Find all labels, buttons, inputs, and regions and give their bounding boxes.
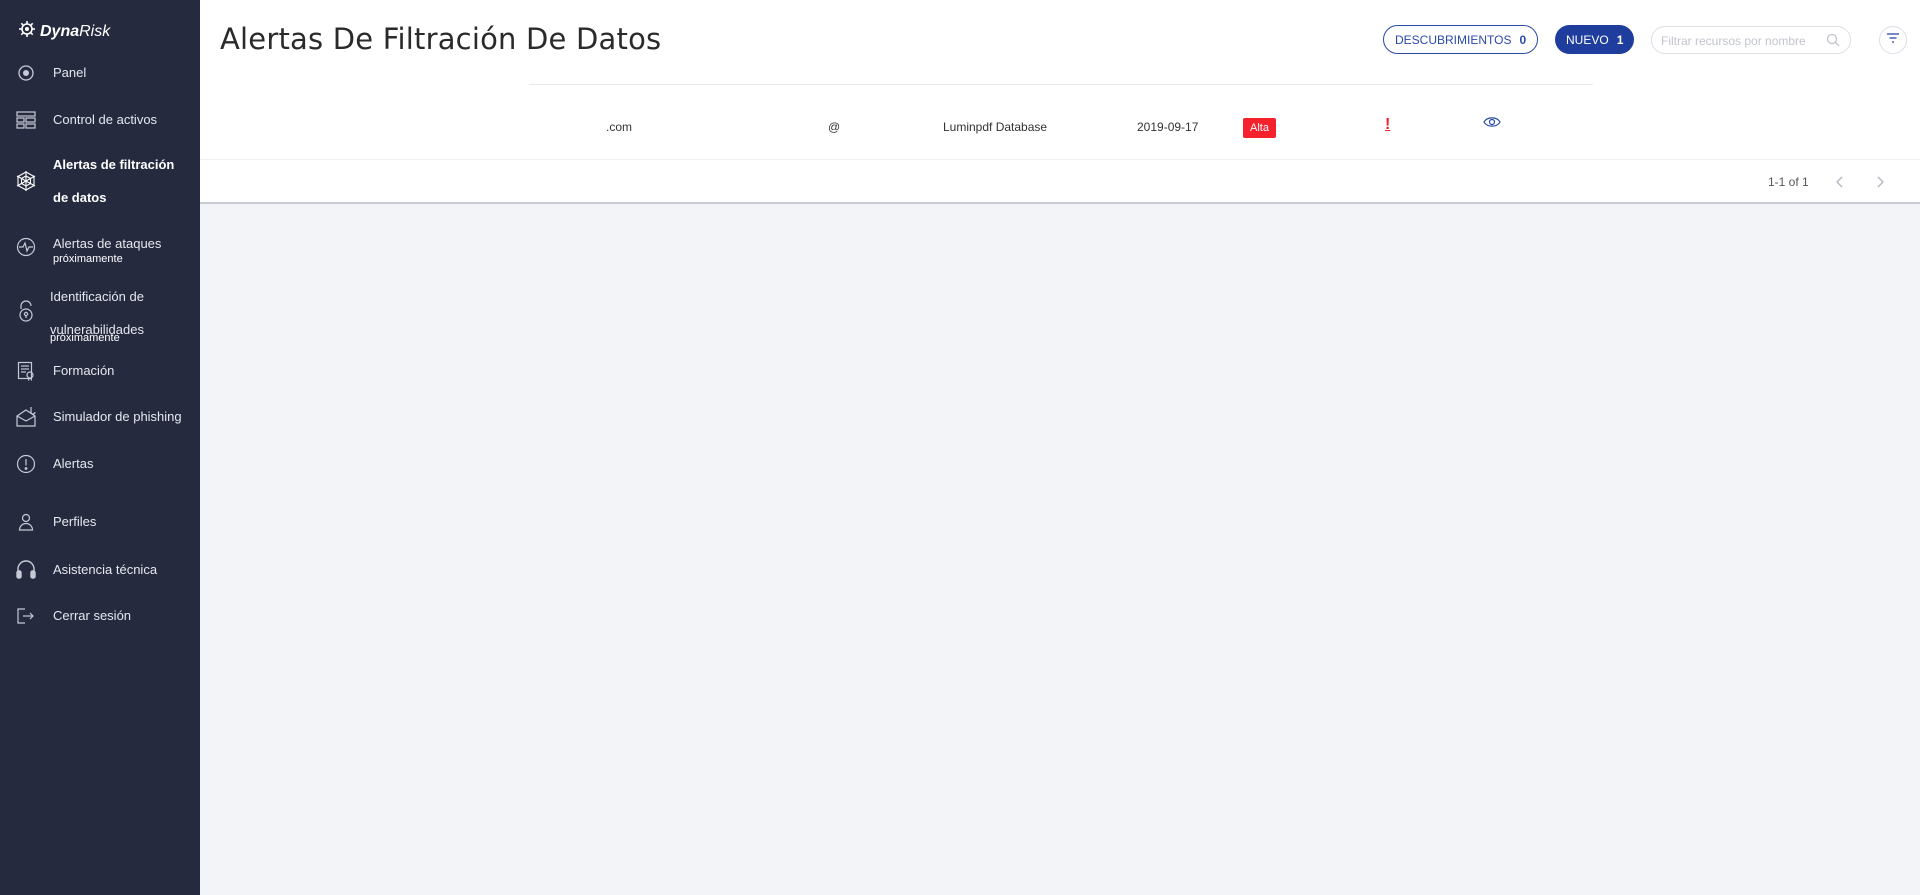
sidebar-item-alertas[interactable]: Alertas (0, 447, 200, 480)
sidebar-item-perfiles[interactable]: Perfiles (0, 505, 200, 538)
search-input[interactable] (1661, 32, 1821, 50)
domain-cell: .com (606, 120, 633, 134)
search-icon[interactable] (1826, 33, 1842, 49)
sidebar-item-asistencia[interactable]: Asistencia técnica (0, 553, 200, 586)
descubrimientos-count: 0 (1519, 32, 1527, 47)
headset-icon (15, 559, 37, 581)
alert-circle-icon (15, 453, 37, 475)
sidebar-item-label: Alertas (53, 456, 94, 471)
coming-soon-label: próximamente (50, 332, 120, 344)
sidebar-item-panel[interactable]: Panel (0, 56, 200, 89)
chevron-right-icon[interactable] (1871, 173, 1889, 191)
date-cell: 2019-09-17 (1137, 120, 1199, 134)
new-flag-icon: ! (1385, 116, 1391, 133)
main-content: Alertas De Filtración De Datos DESCUBRIM… (200, 0, 1920, 895)
user-icon (15, 511, 37, 533)
severity-badge: Alta (1243, 118, 1276, 138)
nuevo-label: NUEVO (1566, 32, 1609, 47)
logout-icon (15, 605, 37, 627)
sidebar-item-phishing[interactable]: Simulador de phishing (0, 400, 200, 433)
target-icon (15, 62, 37, 84)
table-row[interactable]: .com @ Luminpdf Database 2019-09-17 Alta… (200, 85, 1920, 160)
sidebar-item-cerrar-sesion[interactable]: Cerrar sesión (0, 599, 200, 632)
filter-button[interactable] (1879, 26, 1907, 54)
sidebar-item-vulnerabilidades[interactable]: Identificación de vulnerabilidades próxi… (0, 280, 200, 348)
page-title: Alertas De Filtración De Datos (220, 22, 662, 56)
brand-logo[interactable]: Dyna Risk (18, 20, 110, 43)
sidebar-item-label-line1: Alertas de filtración (53, 157, 175, 172)
sidebar-item-label: Simulador de phishing (53, 409, 182, 424)
sidebar-item-control-activos[interactable]: Control de activos (0, 103, 200, 136)
descubrimientos-label: DESCUBRIMIENTOS (1395, 32, 1512, 47)
certificate-icon (15, 360, 37, 382)
spider-web-icon (15, 170, 37, 192)
pulse-icon (15, 236, 37, 258)
sidebar-item-label-line1: Identificación de (50, 289, 144, 304)
search-box (1651, 26, 1851, 54)
sidebar-item-label: Formación (53, 363, 115, 378)
sidebar-item-formacion[interactable]: Formación (0, 354, 200, 387)
filter-icon (1886, 31, 1900, 49)
sidebar-item-label: Perfiles (53, 514, 97, 529)
assets-icon (15, 109, 37, 131)
nuevo-button[interactable]: NUEVO 1 (1555, 25, 1635, 54)
nuevo-count: 1 (1616, 32, 1624, 47)
email-cell: @ (828, 120, 841, 134)
pagination-range: 1-1 of 1 (1768, 175, 1809, 189)
brand-name-bold: Dyna (40, 22, 80, 40)
eye-icon[interactable] (1483, 115, 1501, 129)
sidebar-item-label: Asistencia técnica (53, 562, 158, 577)
sidebar: Dyna Risk Panel Control de activos Alerta… (0, 0, 200, 895)
sidebar-item-label-line2: de datos (53, 190, 107, 205)
chevron-left-icon[interactable] (1831, 173, 1849, 191)
lock-icon (15, 300, 37, 322)
gear-logo-icon (18, 20, 36, 43)
phishing-icon (15, 406, 37, 428)
descubrimientos-button[interactable]: DESCUBRIMIENTOS 0 (1383, 25, 1539, 54)
brand-name-light: Risk (79, 22, 111, 40)
coming-soon-label: próximamente (53, 253, 123, 265)
header-bar: Alertas De Filtración De Datos DESCUBRIM… (200, 0, 1920, 85)
sidebar-item-label: Control de activos (53, 112, 158, 127)
sidebar-item-label: Panel (53, 65, 87, 80)
pagination: 1-1 of 1 (200, 160, 1920, 204)
source-cell: Luminpdf Database (943, 120, 1048, 134)
sidebar-item-alertas-filtracion[interactable]: Alertas de filtración de datos (0, 148, 200, 214)
sidebar-item-label: Cerrar sesión (53, 608, 132, 623)
sidebar-item-alertas-ataques[interactable]: Alertas de ataques próximamente (0, 232, 200, 272)
